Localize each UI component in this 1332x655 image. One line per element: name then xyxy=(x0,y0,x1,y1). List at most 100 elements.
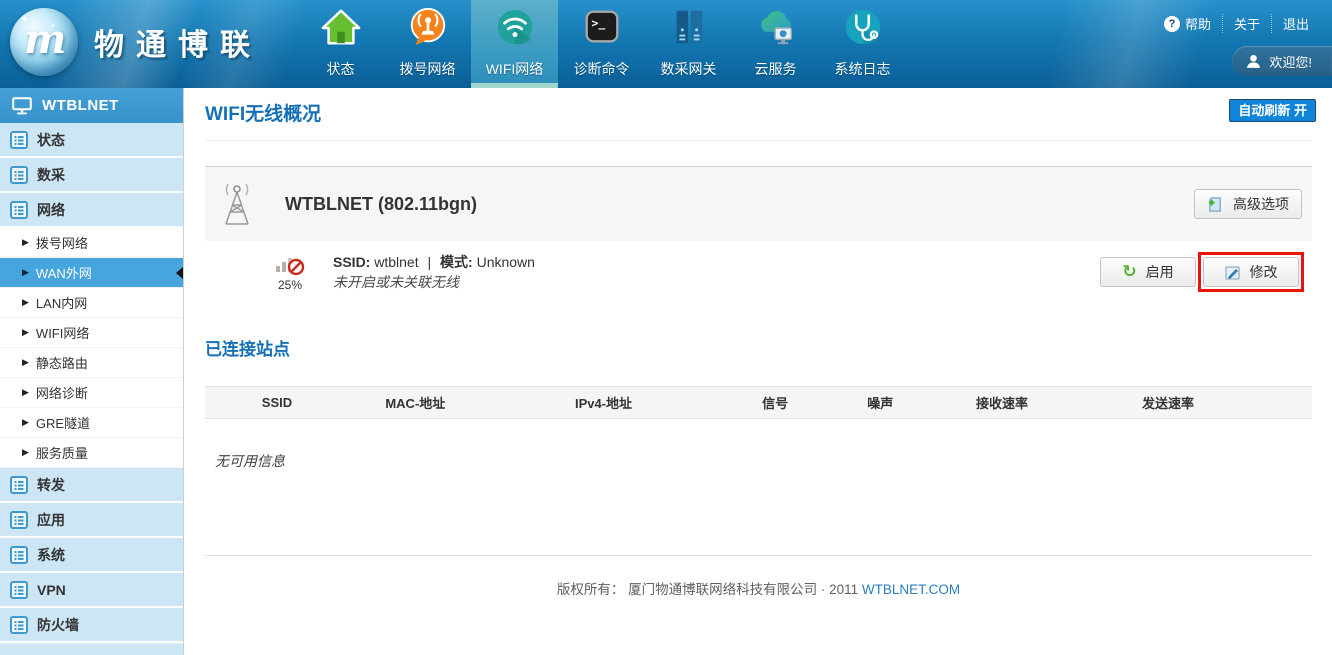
sidebar-item-gre-tunnel[interactable]: ▶ GRE隧道 xyxy=(0,408,183,438)
sidebar-item-network-diagnose[interactable]: ▶ 网络诊断 xyxy=(0,378,183,408)
sidebar-item-network[interactable]: 网络 xyxy=(0,193,183,228)
sidebar-item-partial xyxy=(0,643,183,655)
sidebar-item-lan[interactable]: ▶ LAN内网 xyxy=(0,288,183,318)
caret-right-icon: ▶ xyxy=(22,298,29,307)
welcome-text: 欢迎您! xyxy=(1269,52,1312,71)
list-icon xyxy=(10,546,28,564)
sidebar-item-status[interactable]: 状态 xyxy=(0,123,183,158)
sidebar-item-static-route[interactable]: ▶ 静态路由 xyxy=(0,348,183,378)
user-icon xyxy=(1246,54,1261,69)
list-icon xyxy=(10,511,28,529)
sidebar-item-application[interactable]: 应用 xyxy=(0,503,183,538)
dial-network-icon xyxy=(407,2,449,52)
empty-stations-message: 无可用信息 xyxy=(215,451,1332,471)
nav-item-data-gateway[interactable]: 数采网关 xyxy=(645,0,732,88)
sidebar-item-vpn[interactable]: VPN xyxy=(0,573,183,608)
sidebar-item-firewall[interactable]: 防火墙 xyxy=(0,608,183,643)
signal-percent: 25% xyxy=(278,278,302,292)
refresh-icon: ↻ xyxy=(1122,264,1136,281)
wifi-icon xyxy=(494,2,536,52)
caret-right-icon: ▶ xyxy=(22,448,29,457)
help-link[interactable]: ? 帮助 xyxy=(1153,14,1222,33)
wifi-network-title: WTBLNET (802.11bgn) xyxy=(285,194,477,215)
nav-item-system-log[interactable]: 系统日志 xyxy=(819,0,906,88)
logout-link[interactable]: 退出 xyxy=(1271,14,1320,33)
col-rx-rate: 接收速率 xyxy=(936,387,1069,419)
col-signal: 信号 xyxy=(725,387,825,419)
footer-link[interactable]: WTBLNET.COM xyxy=(862,582,960,597)
monitor-icon xyxy=(12,97,32,115)
nav-label: 诊断命令 xyxy=(574,59,630,79)
wifi-status-text: 未开启或未关联无线 xyxy=(333,272,535,292)
sidebar-item-dial-network[interactable]: ▶ 拨号网络 xyxy=(0,228,183,258)
cloud-icon xyxy=(755,2,797,52)
nav-item-cloud-service[interactable]: 云服务 xyxy=(732,0,819,88)
brand-name: 物通博联 xyxy=(94,20,262,64)
footer: 版权所有： 厦门物通博联网络科技有限公司 · 2011 WTBLNET.COM xyxy=(185,578,1332,598)
col-noise: 噪声 xyxy=(825,387,936,419)
ssid-info: SSID: wtblnet | 模式: Unknown 未开启或未关联无线 xyxy=(333,252,535,292)
active-notch-icon xyxy=(176,267,183,279)
sidebar-item-system[interactable]: 系统 xyxy=(0,538,183,573)
col-ssid: SSID xyxy=(205,387,349,419)
col-spacer xyxy=(1268,387,1312,419)
caret-right-icon: ▶ xyxy=(22,358,29,367)
copyright-text: 版权所有： 厦门物通博联网络科技有限公司 · 2011 xyxy=(557,582,858,597)
top-header: ✦ ✦ m 物通博联 状态 拨号网络 WIFI网络 >_ xyxy=(0,0,1332,88)
nav-item-status[interactable]: 状态 xyxy=(297,0,384,88)
svg-text:>_: >_ xyxy=(591,16,605,31)
caret-right-icon: ▶ xyxy=(22,238,29,247)
main-nav: 状态 拨号网络 WIFI网络 >_ 诊断命令 数采网关 xyxy=(297,0,906,88)
list-icon xyxy=(10,166,28,184)
stations-header-row: SSID MAC-地址 IPv4-地址 信号 噪声 接收速率 发送速率 xyxy=(205,387,1312,419)
nav-label: 数采网关 xyxy=(661,59,717,79)
sidebar-item-data-collect[interactable]: 数采 xyxy=(0,158,183,193)
sidebar-item-qos[interactable]: ▶ 服务质量 xyxy=(0,438,183,468)
enable-button[interactable]: ↻ 启用 xyxy=(1100,257,1196,287)
wifi-overview-panel: WTBLNET (802.11bgn) 高级选项 xyxy=(205,166,1312,241)
help-icon: ? xyxy=(1164,16,1180,32)
home-icon xyxy=(320,2,362,52)
nav-label: 系统日志 xyxy=(835,59,891,79)
auto-refresh-toggle[interactable]: 自动刷新 开 xyxy=(1229,99,1316,122)
list-icon xyxy=(10,476,28,494)
col-ipv4: IPv4-地址 xyxy=(482,387,726,419)
sidebar: WTBLNET 状态 数采 网络 ▶ 拨号网络 ▶ WAN外网 ▶ LAN内网 … xyxy=(0,88,184,655)
nav-label: 状态 xyxy=(327,59,355,79)
about-link[interactable]: 关于 xyxy=(1222,14,1271,33)
sidebar-item-wan[interactable]: ▶ WAN外网 xyxy=(0,258,183,288)
logo-sphere-icon: ✦ ✦ m xyxy=(10,8,78,76)
caret-right-icon: ▶ xyxy=(22,418,29,427)
list-icon xyxy=(10,581,28,599)
advanced-options-button[interactable]: 高级选项 xyxy=(1194,189,1302,219)
nav-label: 拨号网络 xyxy=(400,59,456,79)
edit-button[interactable]: 修改 xyxy=(1203,257,1299,287)
col-mac: MAC-地址 xyxy=(349,387,482,419)
footer-divider xyxy=(205,555,1312,556)
caret-right-icon: ▶ xyxy=(22,268,29,277)
caret-right-icon: ▶ xyxy=(22,328,29,337)
page-plus-icon xyxy=(1207,196,1224,213)
sidebar-item-forward[interactable]: 转发 xyxy=(0,468,183,503)
nav-label: 云服务 xyxy=(755,59,797,79)
nav-label: WIFI网络 xyxy=(486,59,544,79)
terminal-icon: >_ xyxy=(581,2,623,52)
system-log-icon xyxy=(842,2,884,52)
list-icon xyxy=(10,201,28,219)
header-links: ? 帮助 关于 退出 xyxy=(1153,14,1320,33)
connected-stations-title: 已连接站点 xyxy=(205,339,1332,361)
sidebar-device-header[interactable]: WTBLNET xyxy=(0,88,183,123)
sidebar-item-wifi[interactable]: ▶ WIFI网络 xyxy=(0,318,183,348)
welcome-badge[interactable]: 欢迎您! xyxy=(1232,46,1332,76)
main-content: WIFI无线概况 自动刷新 开 WTBLNET (802.11bgn) 高级选项… xyxy=(185,88,1332,655)
brand-logo: ✦ ✦ m 物通博联 xyxy=(10,8,262,76)
nav-item-dial-network[interactable]: 拨号网络 xyxy=(384,0,471,88)
list-icon xyxy=(10,616,28,634)
nav-item-diagnostic-command[interactable]: >_ 诊断命令 xyxy=(558,0,645,88)
signal-disabled-icon xyxy=(275,253,305,277)
gateway-icon xyxy=(668,2,710,52)
edit-pencil-icon xyxy=(1225,264,1241,280)
device-name: WTBLNET xyxy=(42,97,119,114)
signal-block: 25% xyxy=(267,253,313,292)
nav-item-wifi-network[interactable]: WIFI网络 xyxy=(471,0,558,88)
